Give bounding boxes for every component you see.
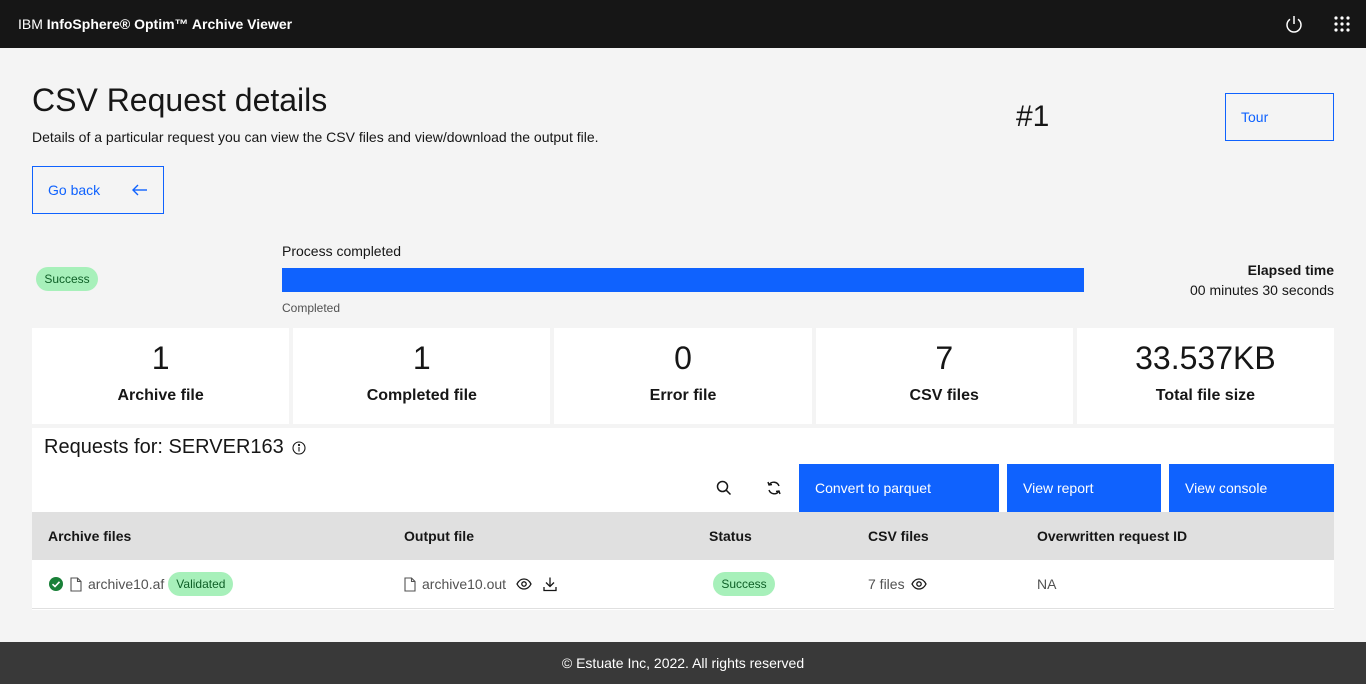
stat-value: 0 — [674, 340, 692, 376]
progress-bar-fill — [282, 268, 1084, 292]
table-title: Requests for: SERVER163 — [44, 436, 306, 459]
tour-button[interactable]: Tour — [1225, 93, 1334, 141]
archive-file-name: archive10.af — [88, 576, 165, 592]
elapsed-time-label: Elapsed time — [1247, 262, 1334, 278]
view-console-button[interactable]: View console — [1169, 464, 1334, 512]
table-title-text: Requests for: SERVER163 — [44, 436, 284, 458]
page-footer: © Estuate Inc, 2022. All rights reserved — [0, 642, 1366, 684]
table-row: archive10.af Validated archive10.out Suc… — [32, 560, 1334, 609]
status-cell: Success — [713, 560, 775, 608]
stats-row: 1 Archive file 1 Completed file 0 Error … — [32, 328, 1335, 424]
brand-name: InfoSphere® Optim™ Archive Viewer — [46, 16, 293, 32]
arrow-left-icon — [131, 181, 149, 199]
column-header-csv-files[interactable]: CSV files — [868, 512, 929, 560]
stat-value: 7 — [935, 340, 954, 376]
stat-label: Error file — [649, 387, 717, 404]
output-file-cell: archive10.out — [404, 560, 558, 608]
stat-archive-file: 1 Archive file — [32, 328, 290, 424]
brand-prefix: IBM — [18, 16, 43, 32]
view-icon[interactable] — [910, 576, 927, 592]
download-icon[interactable] — [542, 576, 558, 592]
stat-value: 1 — [151, 340, 170, 376]
footer-text: © Estuate Inc, 2022. All rights reserved — [561, 655, 805, 671]
status-badge: Success — [713, 572, 775, 596]
csv-files-count[interactable]: 7 files — [868, 576, 905, 592]
stat-value: 33.537KB — [1135, 340, 1276, 376]
request-number: #1 — [1016, 100, 1050, 133]
convert-to-parquet-button[interactable]: Convert to parquet — [799, 464, 999, 512]
stat-error-file: 0 Error file — [554, 328, 812, 424]
progress-bar — [282, 268, 1084, 292]
view-icon[interactable] — [516, 576, 532, 592]
page-title: CSV Request details — [32, 82, 328, 118]
elapsed-time-value: 00 minutes 30 seconds — [1190, 282, 1334, 298]
stat-value: 1 — [412, 340, 431, 376]
checkmark-filled-icon — [48, 576, 64, 592]
column-header-archive-files[interactable]: Archive files — [48, 512, 131, 560]
go-back-label: Go back — [48, 182, 101, 198]
document-icon — [404, 576, 416, 592]
status-badge: Success — [36, 267, 98, 291]
document-icon — [70, 576, 82, 592]
info-icon[interactable] — [292, 440, 306, 455]
power-icon[interactable] — [1280, 10, 1308, 38]
stat-completed-file: 1 Completed file — [293, 328, 551, 424]
search-icon[interactable] — [708, 464, 740, 512]
stat-total-file-size: 33.537KB Total file size — [1076, 328, 1335, 424]
column-header-overwritten-request-id[interactable]: Overwritten request ID — [1037, 512, 1187, 560]
overwritten-request-id-cell: NA — [1037, 576, 1057, 592]
page-subtitle: Details of a particular request you can … — [32, 129, 599, 145]
go-back-button[interactable]: Go back — [32, 166, 164, 214]
stat-label: Completed file — [366, 387, 477, 404]
top-header: IBM InfoSphere® Optim™ Archive Viewer — [0, 0, 1366, 48]
app-brand[interactable]: IBM InfoSphere® Optim™ Archive Viewer — [18, 16, 292, 32]
validated-tag: Validated — [168, 572, 234, 596]
csv-files-cell: 7 files — [868, 560, 927, 608]
column-header-status[interactable]: Status — [709, 512, 752, 560]
stat-label: Total file size — [1155, 387, 1256, 404]
output-file-name: archive10.out — [422, 576, 507, 592]
progress-helper-text: Completed — [282, 301, 341, 315]
stat-label: Archive file — [117, 387, 204, 404]
view-report-button[interactable]: View report — [1007, 464, 1161, 512]
column-header-output-file[interactable]: Output file — [404, 512, 474, 560]
refresh-icon[interactable] — [758, 464, 790, 512]
app-switcher-icon[interactable] — [1328, 10, 1356, 38]
progress-label: Process completed — [282, 243, 402, 259]
stat-label: CSV files — [909, 387, 979, 404]
requests-table-panel: Requests for: SERVER163 Convert to parqu… — [32, 428, 1334, 610]
table-header: Archive files Output file Status CSV fil… — [32, 512, 1334, 560]
archive-file-cell: archive10.af Validated — [48, 560, 234, 608]
stat-csv-files: 7 CSV files — [815, 328, 1073, 424]
